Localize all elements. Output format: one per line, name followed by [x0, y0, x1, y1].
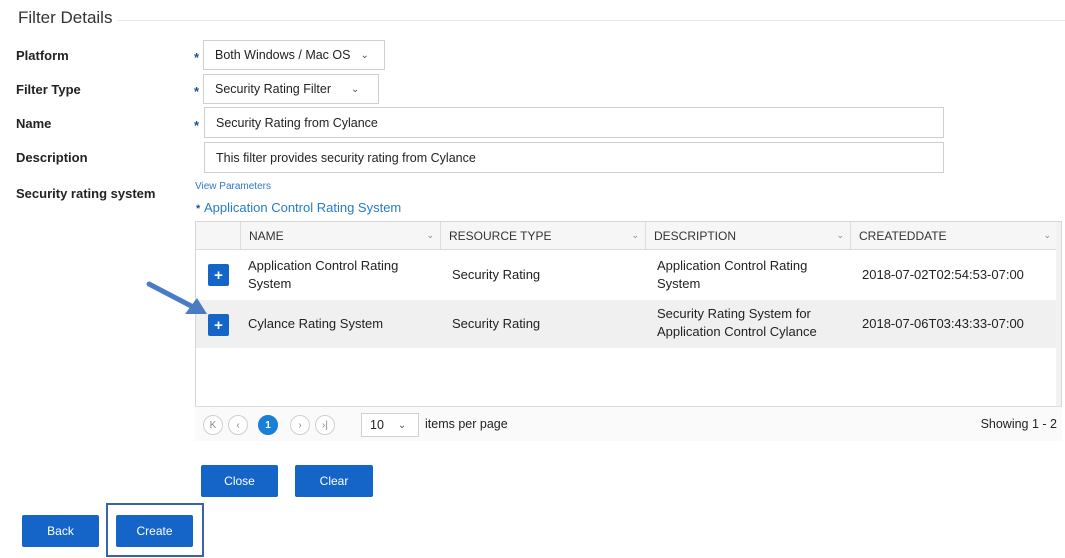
row-description-line: Application Control Rating — [657, 258, 808, 273]
row-description-line: System — [657, 276, 701, 291]
row-name: Application Control Rating System — [248, 257, 398, 293]
column-header-label: DESCRIPTION — [654, 228, 737, 243]
page-number-current[interactable]: 1 — [258, 415, 278, 435]
column-header-label: CREATEDDATE — [859, 228, 947, 243]
row-name-line: Cylance Rating System — [248, 316, 384, 331]
name-label: Name — [16, 116, 52, 131]
chevron-down-icon: ⌄ — [351, 83, 360, 95]
previous-page-icon[interactable]: ‹ — [228, 415, 248, 435]
column-header-resource-type[interactable]: RESOURCE TYPE ⌄ — [441, 222, 646, 250]
first-page-icon[interactable]: K — [203, 415, 223, 435]
column-header-label: NAME — [249, 228, 284, 243]
column-header-label: RESOURCE TYPE — [449, 228, 552, 243]
column-header-name[interactable]: NAME ⌄ — [241, 222, 441, 250]
rating-system-label: Security rating system — [16, 186, 156, 201]
required-marker: * — [194, 50, 200, 65]
section-divider — [118, 20, 1065, 21]
section-title: Filter Details — [18, 8, 113, 27]
row-description-line: Security Rating System for — [657, 306, 811, 321]
create-button[interactable]: Create — [116, 515, 193, 547]
row-name-line: Application Control Rating — [248, 258, 399, 273]
page-size-select[interactable]: 10 ⌄ — [361, 413, 419, 437]
row-description: Application Control Rating System — [657, 257, 807, 293]
filter-type-label: Filter Type — [16, 82, 81, 97]
description-label: Description — [16, 150, 88, 165]
platform-value: Both Windows / Mac OS — [215, 48, 351, 62]
chevron-down-icon: ⌄ — [1043, 230, 1051, 240]
selected-rating-system-link[interactable]: Application Control Rating System — [204, 200, 401, 215]
description-input[interactable]: This filter provides security rating fro… — [204, 142, 944, 173]
row-description: Security Rating System for Application C… — [657, 305, 817, 341]
platform-label: Platform — [16, 48, 69, 63]
platform-select[interactable]: Both Windows / Mac OS ⌄ — [203, 40, 385, 70]
required-marker: * — [194, 118, 200, 133]
clear-button[interactable]: Clear — [295, 465, 373, 497]
grid-pager: K ‹ 1 › ›| 10 ⌄ items per page Showing 1… — [195, 406, 1062, 441]
grid-scrollbar[interactable] — [1056, 222, 1061, 406]
filter-type-value: Security Rating Filter — [215, 82, 332, 96]
row-resource-type: Security Rating — [452, 316, 541, 331]
row-resource-type: Security Rating — [452, 267, 541, 282]
row-description-line: Application Control Cylance — [657, 324, 817, 339]
description-value: This filter provides security rating fro… — [216, 150, 476, 165]
add-row-button[interactable]: + — [208, 264, 229, 286]
column-header-description[interactable]: DESCRIPTION ⌄ — [646, 222, 851, 250]
add-row-button[interactable]: + — [208, 314, 229, 336]
items-per-page-label: items per page — [425, 417, 508, 431]
required-marker: * — [196, 203, 201, 215]
grid-header-action — [196, 222, 241, 250]
required-marker: * — [194, 84, 200, 99]
showing-count: Showing 1 - 2 — [980, 417, 1057, 431]
annotation-arrow-icon — [146, 281, 207, 314]
row-name: Cylance Rating System — [248, 315, 383, 333]
name-input[interactable]: Security Rating from Cylance — [204, 107, 944, 138]
column-header-createddate[interactable]: CREATEDDATE ⌄ — [851, 222, 1058, 250]
chevron-down-icon: ⌄ — [360, 49, 369, 61]
filter-type-select[interactable]: Security Rating Filter ⌄ — [203, 74, 379, 104]
row-name-line: System — [248, 276, 292, 291]
next-page-icon[interactable]: › — [290, 415, 310, 435]
last-page-icon[interactable]: ›| — [315, 415, 335, 435]
chevron-down-icon: ⌄ — [397, 419, 407, 431]
page-size-value: 10 — [370, 418, 384, 432]
table-row[interactable]: + Cylance Rating System Security Rating … — [196, 300, 1058, 348]
chevron-down-icon: ⌄ — [631, 230, 639, 240]
chevron-down-icon: ⌄ — [836, 230, 844, 240]
back-button[interactable]: Back — [22, 515, 99, 547]
chevron-down-icon: ⌄ — [426, 230, 434, 240]
view-parameters-link[interactable]: View Parameters — [195, 181, 271, 192]
row-createddate: 2018-07-06T03:43:33-07:00 — [862, 316, 1024, 331]
row-createddate: 2018-07-02T02:54:53-07:00 — [862, 267, 1024, 282]
table-row[interactable]: + Application Control Rating System Secu… — [196, 250, 1058, 300]
name-value: Security Rating from Cylance — [216, 115, 378, 130]
close-button[interactable]: Close — [201, 465, 278, 497]
